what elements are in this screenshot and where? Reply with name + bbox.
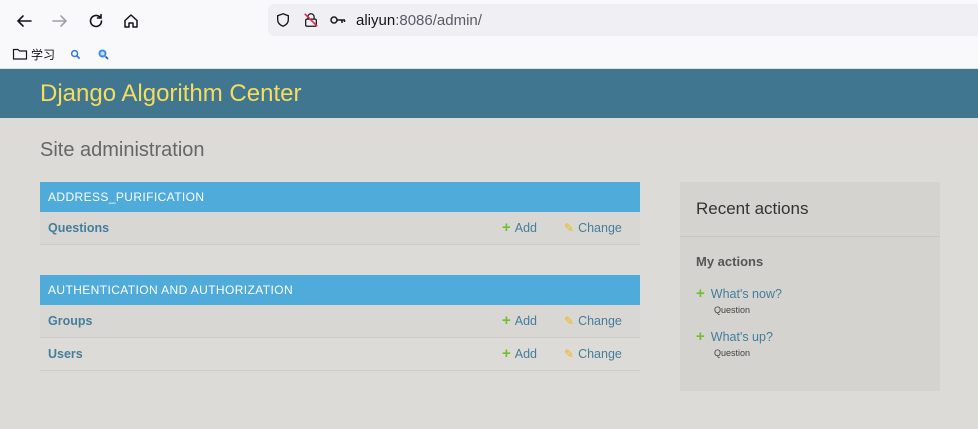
url-text[interactable]: aliyun:8086/admin/	[356, 12, 482, 29]
module-caption[interactable]: AUTHENTICATION AND AUTHORIZATION	[40, 275, 640, 305]
model-row-groups: Groups + Add ✎ Change	[40, 305, 640, 338]
key-icon[interactable]	[329, 11, 347, 29]
url-host: aliyun	[356, 12, 396, 29]
insecure-lock-icon[interactable]	[302, 11, 320, 29]
pencil-icon: ✎	[564, 347, 575, 361]
forward-button[interactable]	[47, 8, 73, 34]
url-path: :8086/admin/	[395, 12, 482, 29]
add-label: Add	[514, 347, 538, 361]
globe-search-icon	[98, 49, 109, 60]
action-label: What's now?	[710, 287, 782, 301]
search-icon	[70, 49, 81, 59]
model-link-groups[interactable]: Groups	[48, 314, 92, 328]
add-label: Add	[514, 314, 538, 328]
module-caption[interactable]: ADDRESS_PURIFICATION	[40, 182, 640, 212]
divider	[680, 236, 940, 237]
folder-icon	[12, 48, 28, 60]
forward-arrow-icon	[52, 15, 68, 27]
browser-toolbar: aliyun:8086/admin/	[0, 0, 978, 41]
action-item: + What's up? Question	[696, 328, 773, 358]
recent-actions-title: Recent actions	[696, 199, 809, 218]
recent-actions-panel: Recent actions My actions + What's now? Q…	[680, 182, 940, 391]
change-label: Change	[578, 221, 622, 235]
action-item: + What's now? Question	[696, 285, 782, 315]
plus-icon: +	[502, 219, 511, 236]
page-title: Site administration	[40, 139, 205, 161]
add-groups-link[interactable]: + Add	[502, 312, 538, 329]
plus-icon: +	[696, 328, 705, 345]
add-label: Add	[514, 221, 538, 235]
site-branding[interactable]: Django Algorithm Center	[40, 80, 301, 108]
change-users-link[interactable]: ✎ Change	[564, 347, 622, 361]
home-icon	[124, 14, 138, 28]
url-bar[interactable]: aliyun:8086/admin/	[268, 4, 978, 36]
change-label: Change	[578, 347, 622, 361]
reload-icon	[89, 13, 103, 28]
bookmark-folder[interactable]: 学习	[12, 45, 55, 63]
action-link[interactable]: + What's up?	[696, 328, 773, 345]
bookmark-folder-label: 学习	[31, 47, 56, 62]
change-groups-link[interactable]: ✎ Change	[564, 314, 622, 328]
bookmark-globe[interactable]	[97, 45, 109, 63]
plus-icon: +	[696, 285, 705, 302]
action-link[interactable]: + What's now?	[696, 285, 782, 302]
home-button[interactable]	[118, 8, 144, 34]
plus-icon: +	[502, 312, 511, 329]
add-users-link[interactable]: + Add	[502, 345, 538, 362]
plus-icon: +	[502, 345, 511, 362]
change-questions-link[interactable]: ✎ Change	[564, 221, 622, 235]
reload-button[interactable]	[83, 8, 109, 34]
app-module-auth: AUTHENTICATION AND AUTHORIZATION Groups …	[40, 275, 640, 371]
site-header: Django Algorithm Center	[0, 69, 978, 118]
app-module-address-purification: ADDRESS_PURIFICATION Questions + Add ✎ Cha…	[40, 182, 640, 245]
action-content-type: Question	[714, 305, 751, 315]
pencil-icon: ✎	[564, 314, 575, 328]
model-list: Questions + Add ✎ Change	[40, 212, 640, 245]
back-button[interactable]	[11, 8, 37, 34]
action-label: What's up?	[710, 330, 773, 344]
add-questions-link[interactable]: + Add	[502, 219, 538, 236]
my-actions-heading: My actions	[696, 254, 764, 269]
shield-icon[interactable]	[274, 11, 292, 29]
model-list: Groups + Add ✎ Change Users + Add ✎ Change	[40, 305, 640, 371]
model-link-users[interactable]: Users	[48, 347, 83, 361]
change-label: Change	[578, 314, 622, 328]
pencil-icon: ✎	[564, 221, 575, 235]
action-content-type: Question	[714, 348, 751, 358]
bookmark-search[interactable]	[70, 45, 81, 63]
model-row-users: Users + Add ✎ Change	[40, 338, 640, 371]
model-row-questions: Questions + Add ✎ Change	[40, 212, 640, 245]
back-arrow-icon	[16, 15, 32, 27]
model-link-questions[interactable]: Questions	[48, 221, 109, 235]
bookmarks-bar: 学习	[0, 41, 978, 69]
